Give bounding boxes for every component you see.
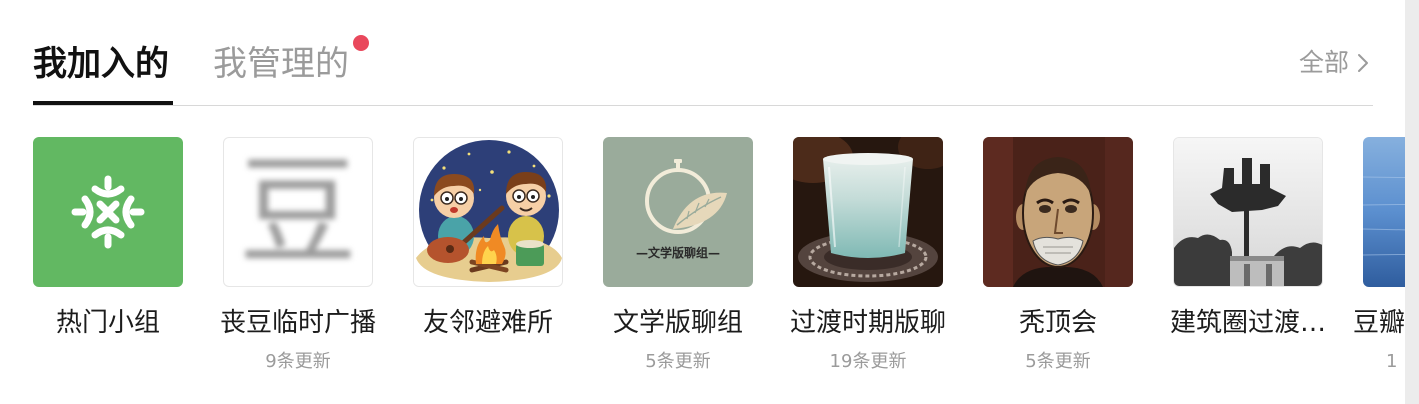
group-name[interactable]: 豆瓣 bbox=[1343, 307, 1405, 339]
group-name[interactable]: 热门小组 bbox=[13, 307, 203, 339]
group-update-count: 9条更新 bbox=[265, 351, 331, 372]
group-card[interactable]: 豆瓣 1 bbox=[1353, 137, 1405, 377]
group-thumbnail[interactable] bbox=[793, 137, 943, 287]
douban-placeholder-logo: 豆 bbox=[238, 143, 357, 281]
tab-managed[interactable]: 我管理的 bbox=[213, 44, 349, 84]
literature-chat-logo: —文学版聊组— bbox=[603, 137, 753, 287]
group-name[interactable]: 友邻避难所 bbox=[393, 307, 583, 339]
my-groups-panel: 我加入的 我管理的 全部 热门小组 豆 丧豆临时广播 9条更新 友邻避难所 —文… bbox=[0, 0, 1405, 404]
group-name[interactable]: 秃顶会 bbox=[963, 307, 1153, 339]
cocktail-photo bbox=[793, 137, 943, 287]
group-thumbnail[interactable] bbox=[33, 137, 183, 287]
group-card[interactable]: 秃顶会 5条更新 bbox=[983, 137, 1133, 377]
view-all-link[interactable]: 全部 bbox=[1299, 48, 1369, 78]
group-card[interactable]: —文学版聊组— 文学版聊组 5条更新 bbox=[603, 137, 753, 377]
chevron-right-icon bbox=[1358, 54, 1369, 72]
group-update-count: 5条更新 bbox=[1025, 351, 1091, 372]
group-name[interactable]: 文学版聊组 bbox=[583, 307, 773, 339]
group-card[interactable]: 热门小组 bbox=[33, 137, 183, 377]
group-update-count: 19条更新 bbox=[829, 351, 907, 372]
group-card[interactable]: 建筑圈过渡… bbox=[1170, 137, 1326, 377]
group-update-count: 1 bbox=[1386, 351, 1398, 372]
group-thumbnail[interactable] bbox=[1363, 137, 1405, 287]
tabs-divider bbox=[33, 105, 1373, 106]
campfire-illustration bbox=[414, 138, 562, 286]
group-thumbnail[interactable]: 豆 bbox=[223, 137, 373, 287]
group-card[interactable]: 豆 丧豆临时广播 9条更新 bbox=[220, 137, 376, 377]
tab-joined[interactable]: 我加入的 bbox=[33, 44, 169, 84]
group-thumbnail[interactable] bbox=[983, 137, 1133, 287]
literature-chat-logo-text: —文学版聊组— bbox=[636, 245, 720, 260]
group-name[interactable]: 丧豆临时广播 bbox=[203, 307, 393, 339]
group-thumbnail[interactable]: —文学版聊组— bbox=[603, 137, 753, 287]
ocean-photo bbox=[1363, 137, 1405, 287]
group-thumbnail[interactable] bbox=[413, 137, 563, 287]
group-name[interactable]: 建筑圈过渡… bbox=[1153, 307, 1343, 339]
portrait-painting bbox=[983, 137, 1133, 287]
group-thumbnail[interactable] bbox=[1173, 137, 1323, 287]
open-hand-monument-photo bbox=[1174, 138, 1322, 286]
group-update-count: 5条更新 bbox=[645, 351, 711, 372]
group-name[interactable]: 过渡时期版聊 bbox=[773, 307, 963, 339]
hot-groups-logo-icon bbox=[33, 137, 183, 287]
group-card[interactable]: 友邻避难所 bbox=[413, 137, 563, 377]
group-card[interactable]: 过渡时期版聊 19条更新 bbox=[790, 137, 946, 377]
notification-dot bbox=[353, 35, 369, 51]
view-all-label: 全部 bbox=[1299, 48, 1350, 77]
